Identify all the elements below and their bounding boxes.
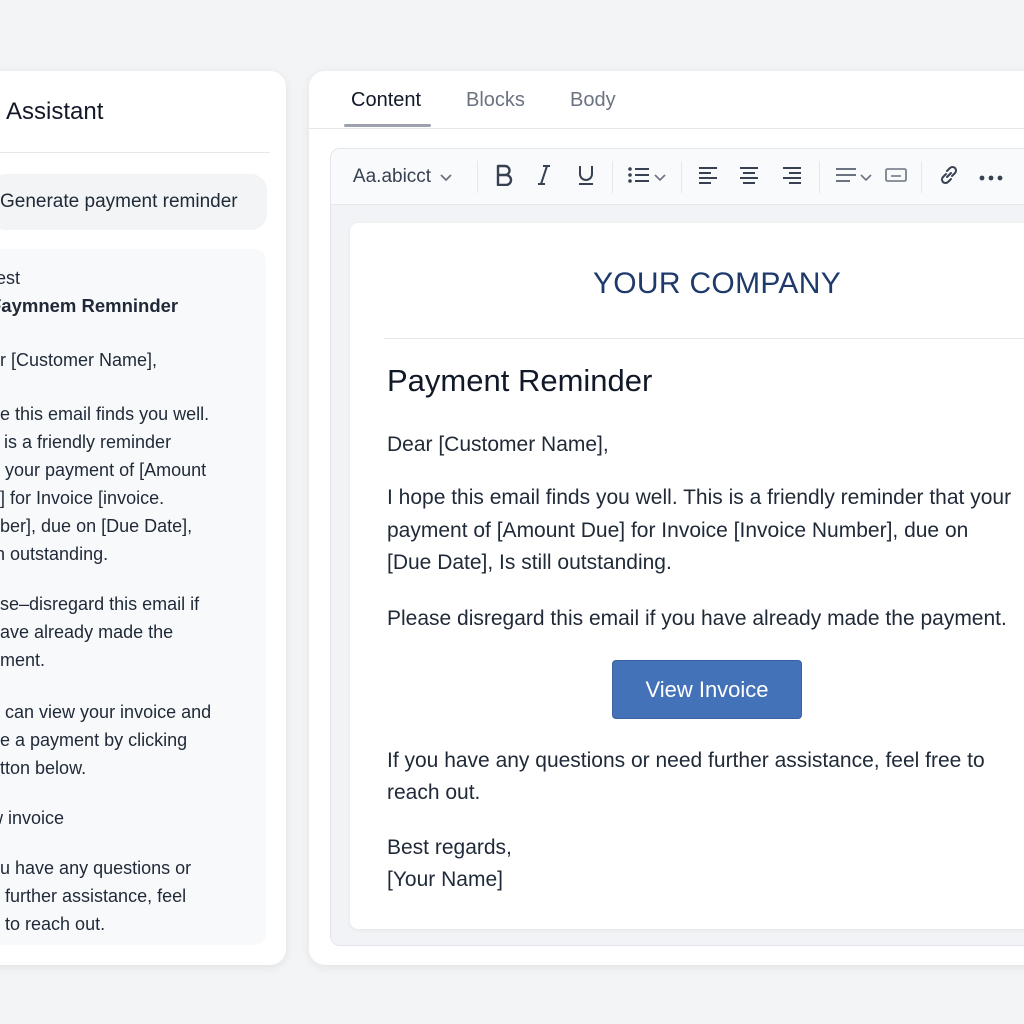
response-line: utton below. — [0, 758, 87, 778]
response-line: ou have any questions or — [0, 858, 192, 878]
toolbar-divider — [681, 161, 682, 193]
view-invoice-button[interactable]: View Invoice — [612, 660, 802, 719]
font-select-label: Aa.abicct — [352, 166, 432, 187]
editor-tabs: Content Blocks Body — [309, 71, 1024, 129]
response-line: e] for Invoice [invoice. — [0, 488, 165, 508]
email-canvas[interactable]: YOUR COMPANY Payment Reminder Dear [Cust… — [350, 223, 1024, 929]
formatting-toolbar: Aa.abicct — [331, 149, 1024, 205]
toolbar-divider — [819, 161, 820, 193]
response-subject: Faymnem Remninder — [0, 295, 179, 316]
email-signature: [Your Name] — [387, 868, 503, 891]
italic-button[interactable] — [529, 149, 559, 205]
toolbar-divider — [477, 161, 478, 193]
chevron-down-icon — [439, 166, 453, 188]
prompt-chip[interactable]: Generate payment reminder — [0, 174, 267, 230]
response-line: ase–disregard this email if — [0, 594, 200, 614]
tab-blocks[interactable]: Blocks — [466, 89, 525, 112]
chevron-down-icon — [859, 168, 872, 186]
response-line: ement. — [0, 650, 46, 670]
assistant-panel: Assistant Generate payment reminder rest… — [0, 71, 286, 965]
line-spacing-button[interactable] — [831, 149, 875, 205]
view-invoice-label: View Invoice — [645, 676, 769, 702]
response-line: n your payment of [Amount — [0, 460, 207, 480]
response-line: ur [Customer Name], — [0, 350, 158, 370]
more-button[interactable] — [975, 149, 1007, 205]
response-line: he a payment by clicking — [0, 730, 188, 750]
response-line: th outstanding. — [0, 544, 109, 564]
response-line: have already made the — [0, 622, 174, 642]
italic-icon — [535, 164, 553, 191]
active-tab-indicator — [344, 124, 431, 127]
app-stage: Assistant Generate payment reminder rest… — [0, 0, 1024, 1024]
bullet-list-button[interactable] — [623, 149, 669, 205]
editor-panel: Content Blocks Body Aa.abicct YOUR COMPA… — [309, 71, 1024, 965]
email-body-line: [Due Date], Is still outstanding. — [387, 551, 672, 574]
align-right-icon — [782, 166, 802, 189]
email-closing-line: reach out. — [387, 781, 481, 804]
company-name: YOUR COMPANY — [592, 267, 842, 300]
email-disregard-line: Please disregard this email if you have … — [387, 607, 1007, 630]
response-line: w invoice — [0, 808, 65, 828]
link-icon — [938, 164, 960, 191]
response-line: s is a friendly reminder — [0, 432, 172, 452]
chevron-down-icon — [653, 168, 666, 186]
toolbar-divider — [921, 161, 922, 193]
prompt-text: Generate payment reminder — [0, 191, 238, 212]
response-line: e can view your invoice and — [0, 702, 212, 722]
email-body-line: payment of [Amount Due] for Invoice [Inv… — [387, 519, 969, 542]
text-box-button[interactable] — [881, 149, 911, 205]
toolbar-divider — [612, 161, 613, 193]
tab-body[interactable]: Body — [570, 89, 616, 112]
response-line: nber], due on [Due Date], — [0, 516, 193, 536]
bold-button[interactable] — [489, 149, 519, 205]
more-icon — [979, 168, 1003, 186]
response-line: pe this email finds you well. — [0, 404, 210, 424]
assistant-title: Assistant — [6, 98, 104, 125]
header-divider — [384, 338, 1024, 339]
assistant-response: rest Faymnem Remninder ur [Customer Name… — [0, 249, 266, 945]
align-left-button[interactable] — [693, 149, 723, 205]
assistant-divider — [0, 152, 270, 153]
align-center-icon — [739, 166, 759, 189]
bold-icon — [494, 164, 514, 191]
align-right-button[interactable] — [777, 149, 807, 205]
response-line: e to reach out. — [0, 914, 106, 934]
bullet-list-icon — [627, 165, 651, 190]
align-center-button[interactable] — [734, 149, 764, 205]
align-left-icon — [698, 166, 718, 189]
link-button[interactable] — [933, 149, 965, 205]
email-greeting: Dear [Customer Name], — [387, 433, 609, 456]
response-line: rest — [0, 268, 21, 288]
font-select[interactable]: Aa.abicct — [347, 149, 459, 205]
email-closing-line: If you have any questions or need furthe… — [387, 749, 985, 772]
tab-content[interactable]: Content — [351, 89, 421, 112]
text-box-icon — [885, 167, 907, 188]
email-heading: Payment Reminder — [387, 363, 653, 398]
response-line: d further assistance, feel — [0, 886, 187, 906]
editor-frame: Aa.abicct YOUR COMPANY Payment Reminder … — [330, 148, 1024, 946]
underline-button[interactable] — [571, 149, 601, 205]
line-spacing-icon — [835, 166, 857, 189]
underline-icon — [576, 164, 596, 191]
email-signoff: Best regards, — [387, 836, 512, 859]
email-body-line: I hope this email finds you well. This i… — [387, 486, 1012, 509]
